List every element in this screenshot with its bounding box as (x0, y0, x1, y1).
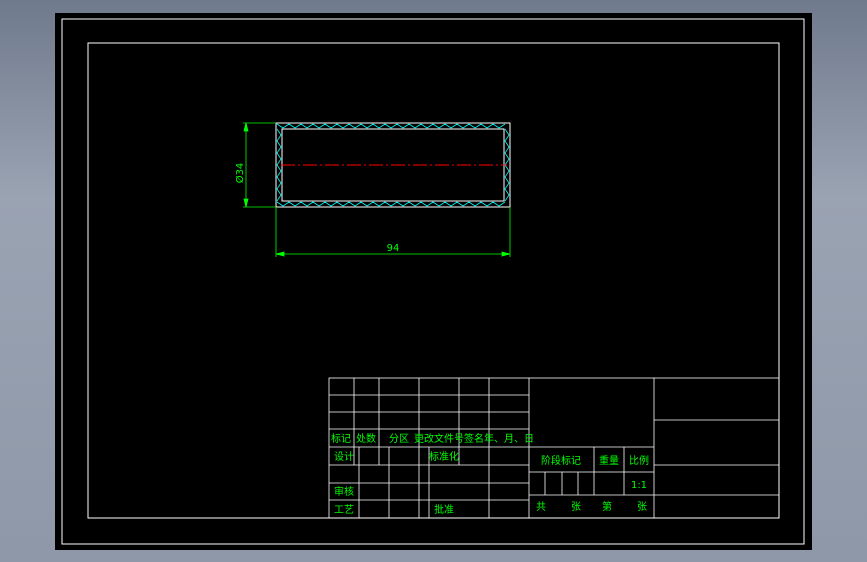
rev-header-sign: 签名 (464, 432, 484, 445)
approve-label: 批准 (434, 503, 454, 516)
process-label: 工艺 (334, 504, 354, 516)
tube-part (275, 122, 511, 208)
total-label: 共 (536, 501, 546, 513)
rev-header-date: 年、月、日 (484, 432, 534, 445)
scale-label: 比例 (629, 454, 649, 467)
title-block-grid (328, 377, 780, 519)
rev-header-doc: 更改文件号 (414, 432, 464, 445)
diameter-dimension (243, 122, 276, 208)
drawing-sheet: Ø34 94 标记 处数 分区 更改文件号 签名 年、月、日 设计 标准化 审核… (55, 13, 812, 550)
weight-label: 重量 (599, 454, 619, 467)
sheets-label-2: 张 (637, 501, 647, 513)
rev-header-mark: 标记 (331, 433, 351, 445)
sheets-label-1: 张 (571, 501, 581, 513)
design-label: 设计 (334, 450, 354, 463)
rev-header-zone: 分区 (389, 433, 409, 445)
standardization-label: 标准化 (429, 450, 459, 463)
scale-value: 1:1 (631, 480, 647, 491)
cad-drawing: Ø34 94 标记 处数 分区 更改文件号 签名 年、月、日 设计 标准化 审核… (61, 18, 805, 545)
diameter-label: Ø34 (234, 163, 246, 184)
stage-mark-label: 阶段标记 (541, 454, 581, 467)
review-label: 审核 (334, 485, 354, 498)
rev-header-count: 处数 (356, 432, 376, 445)
width-label: 94 (387, 243, 400, 254)
page-label: 第 (602, 500, 612, 513)
